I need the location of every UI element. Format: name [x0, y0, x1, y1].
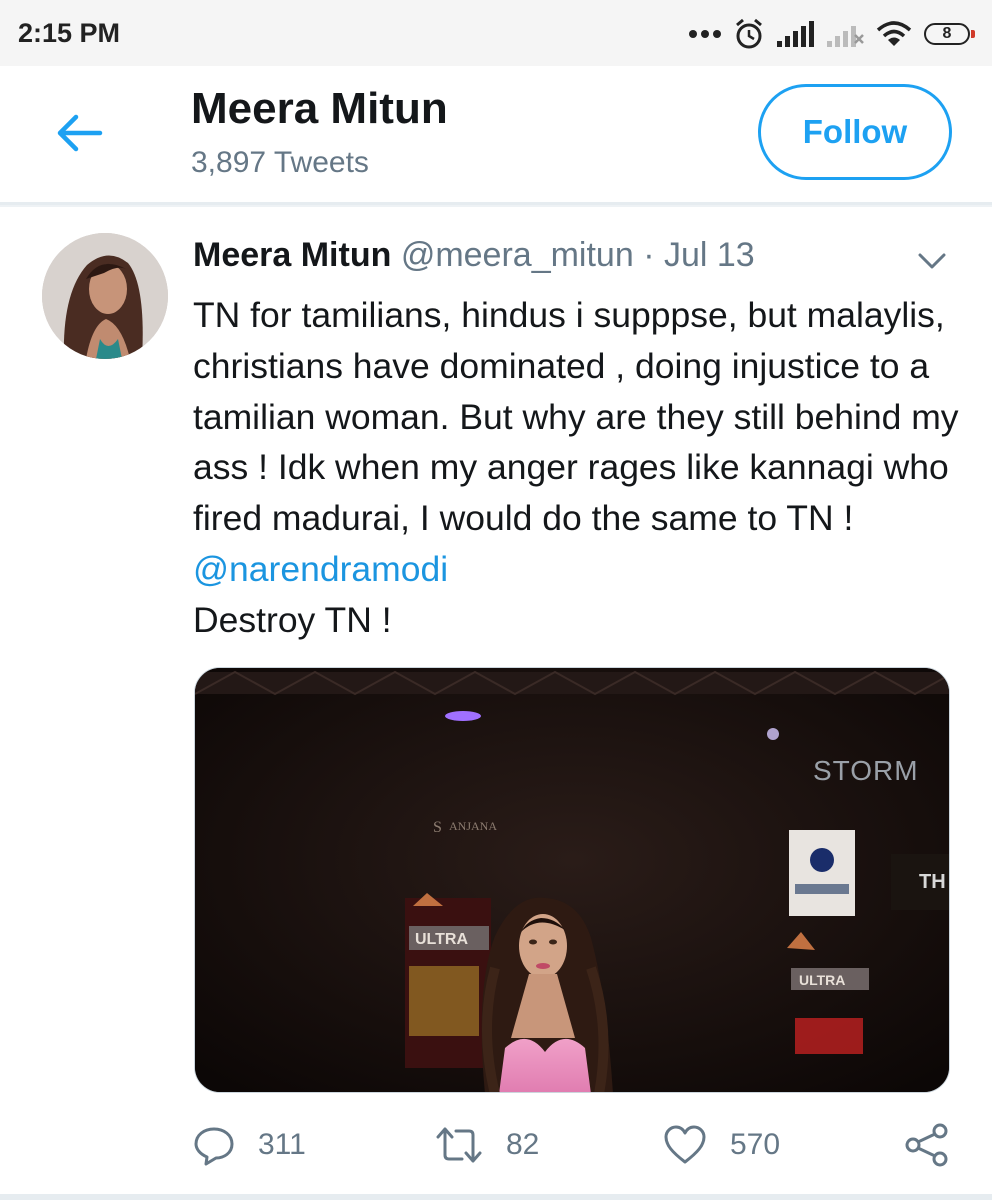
- signage-left: ULTRA: [415, 931, 468, 948]
- tweet-media-image[interactable]: S ANJANA ULTRA STORM TH ULTRA: [194, 667, 950, 1093]
- svg-text:ANJANA: ANJANA: [449, 819, 497, 833]
- reply-icon: [194, 1127, 234, 1166]
- chevron-down-icon[interactable]: [914, 246, 950, 274]
- tweet-separator: ·: [643, 236, 655, 274]
- divider: [0, 1194, 992, 1200]
- like-count: 570: [730, 1128, 781, 1161]
- reply-button[interactable]: 311: [192, 1110, 306, 1180]
- avatar[interactable]: [42, 233, 168, 359]
- tweet-text: TN for tamilians, hindus i supppse, but …: [193, 290, 963, 646]
- status-icons: 8: [688, 14, 975, 54]
- svg-text:S: S: [433, 819, 442, 836]
- status-bar: 2:15 PM 8: [0, 0, 992, 66]
- more-dots-icon: [689, 30, 721, 38]
- profile-name: Meera Mitun: [191, 84, 448, 133]
- share-button[interactable]: [904, 1110, 950, 1180]
- retweet-button[interactable]: 82: [434, 1110, 539, 1180]
- tweet-count: 3,897 Tweets: [191, 146, 369, 179]
- signage-storm: STORM: [813, 755, 919, 786]
- signal-off-icon: [827, 26, 864, 47]
- mention-link[interactable]: @narendramodi: [193, 549, 448, 589]
- signal-icon: [777, 21, 814, 47]
- svg-text:TH: TH: [919, 871, 946, 893]
- divider: [0, 205, 992, 207]
- tweet-handle[interactable]: @meera_mitun: [401, 236, 634, 274]
- tweet-header: Meera Mitun @meera_mitun · Jul 13: [193, 236, 755, 275]
- retweet-count: 82: [506, 1128, 540, 1161]
- status-time: 2:15 PM: [18, 18, 121, 48]
- retweet-icon: [436, 1127, 482, 1163]
- tweet-author[interactable]: Meera Mitun: [193, 236, 391, 274]
- back-arrow-icon[interactable]: [52, 110, 106, 156]
- tweet-text-end: Destroy TN !: [193, 599, 392, 640]
- follow-button[interactable]: Follow: [758, 84, 952, 180]
- reply-count: 311: [258, 1128, 306, 1161]
- battery-icon: 8: [924, 23, 975, 45]
- share-icon: [905, 1123, 948, 1167]
- heart-icon: [664, 1125, 706, 1164]
- tweet-actions: 311 82 570: [0, 1110, 992, 1180]
- wifi-icon: [876, 21, 912, 46]
- tweet-date[interactable]: Jul 13: [664, 236, 755, 274]
- battery-level: 8: [942, 25, 952, 42]
- tweet-text-body: TN for tamilians, hindus i supppse, but …: [193, 295, 959, 539]
- alarm-icon: [736, 18, 762, 49]
- like-button[interactable]: 570: [662, 1110, 780, 1180]
- signage-right: ULTRA: [799, 972, 845, 988]
- profile-header: Meera Mitun 3,897 Tweets Follow: [0, 66, 992, 205]
